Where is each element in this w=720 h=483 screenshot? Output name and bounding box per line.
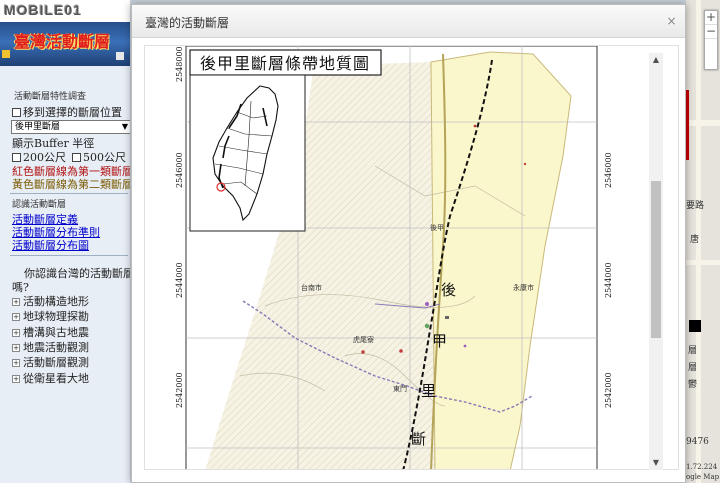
banner-decoration [2,50,10,58]
divider [10,255,128,256]
banner-title: 臺灣活動斷層 [14,32,111,51]
place-label: 後甲 [430,223,444,232]
tree-item-fault-observation[interactable]: + 活動斷層觀測 [12,354,89,370]
fault-label-char: 里 [421,382,436,400]
map-road [686,120,720,126]
map-title: 後甲里斷層條帶地質圖 [200,54,370,73]
section-survey-heading: 活動斷層特性調查 [14,92,87,102]
banner-decoration [116,52,124,60]
dialog-scrollbar[interactable]: ▲ ▼ [649,53,663,470]
dialog-title: 臺灣的活動斷層 [145,16,230,30]
close-icon[interactable]: × [665,15,678,28]
y-tick-label: 2542000 [604,372,613,408]
map-symbol [523,162,527,166]
map-symbol [463,344,467,348]
move-to-option[interactable]: 移到選擇的斷層位置 [12,104,122,120]
zoom-out-icon[interactable]: − [705,25,717,39]
y-tick-label: 2544000 [604,262,613,298]
map-label: 層 [688,363,698,373]
tree-item-label: 地震活動觀測 [23,341,89,354]
expand-icon[interactable]: + [12,313,20,321]
tree-item-label: 從衛星看大地 [23,372,89,385]
sidebar: MOBILE01 臺灣活動斷層 活動斷層特性調查 移到選擇的斷層位置 後甲里斷層… [0,0,130,483]
zoom-in-icon[interactable]: + [705,11,717,25]
tree-item-satellite[interactable]: + 從衛星看大地 [12,370,89,386]
map-symbol [361,350,365,354]
map-attribution: ogle Map [686,473,720,481]
tree-item-label: 槽溝與古地震 [23,326,89,339]
dialog-content: 2548000 2546000 2544000 2542000 2546000 … [144,45,679,470]
y-tick-label: 2542000 [175,372,184,408]
map-label: 鬱 [688,380,698,390]
place-label: 東門 [393,384,407,393]
tree-item-geophysics[interactable]: + 地球物理探勘 [12,308,89,324]
map-label: 唐 [690,235,700,245]
scroll-up-icon[interactable]: ▲ [649,53,663,67]
expand-icon[interactable]: + [12,359,20,367]
expand-icon[interactable]: + [12,329,20,337]
place-label: 永康市 [513,283,534,292]
scroll-down-icon[interactable]: ▼ [649,456,663,470]
map-route-line [686,90,689,160]
fault-label-char: 甲 [432,332,447,350]
logo-text: MOBILE01 [4,2,83,18]
chevron-down-icon: ▼ [121,122,128,131]
fault-select-value: 後甲里斷層 [15,122,61,132]
buffer-200-checkbox[interactable] [12,153,21,162]
fault-select[interactable]: 後甲里斷層 ▼ [11,120,130,134]
tree-item-label: 活動斷層觀測 [23,356,89,369]
expand-icon[interactable]: + [12,375,20,383]
divider [10,193,128,194]
y-tick-label: 2546000 [175,152,184,188]
map-symbol [425,302,429,306]
fault-label-char: 後 [441,281,456,299]
buffer-500-checkbox[interactable] [72,153,81,162]
tree-item-label: 活動構造地形 [23,295,89,308]
map-label: 層 [688,346,698,356]
scroll-thumb[interactable] [651,181,661,338]
map-symbol [424,323,430,329]
link-distribution-map[interactable]: 活動斷層分布圖 [12,237,89,253]
map-road [686,260,720,265]
dialog-header[interactable]: 臺灣的活動斷層 × [132,5,685,38]
fault-label-char: 斷 [411,430,426,448]
move-to-checkbox[interactable] [12,108,21,117]
y-tick-label: 2544000 [175,262,184,298]
background-map[interactable]: 要路 唐 層 層 鬱 9476 1.72.224 ogle Map [686,0,720,483]
site-banner: 臺灣活動斷層 [0,22,130,66]
map-marker [689,320,701,332]
geologic-map[interactable]: 2548000 2546000 2544000 2542000 2546000 … [145,46,679,470]
map-symbol [399,349,403,353]
tree-item-seismic-observation[interactable]: + 地震活動觀測 [12,339,89,355]
expand-icon[interactable]: + [12,298,20,306]
map-scale-text: 9476 [686,437,709,447]
tree-item-trench[interactable]: + 槽溝與古地震 [12,324,89,340]
move-to-label: 移到選擇的斷層位置 [23,106,122,119]
map-symbol [445,316,449,319]
question-line-1: 你認識台灣的活動斷層 [24,267,130,280]
place-label: 台南市 [301,283,322,292]
tree-item-label: 地球物理探勘 [23,310,89,323]
map-symbol [473,124,477,128]
y-tick-label: 2548000 [175,46,184,82]
map-zoom-control[interactable]: + − [704,10,718,70]
map-coords-text: 1.72.224 [686,463,718,471]
expand-icon[interactable]: + [12,344,20,352]
legend-yellow-text: 黃色斷層線為第二類斷層 [12,178,130,191]
map-label: 要路 [686,201,705,211]
tree-item-tectonic-landforms[interactable]: + 活動構造地形 [12,293,89,309]
place-label: 虎尾寮 [353,335,374,344]
y-tick-label: 2546000 [604,152,613,188]
section-learn-heading: 認識活動斷層 [12,200,67,210]
fault-dialog: 臺灣的活動斷層 × 2548000 2546000 2544000 254200… [131,4,686,483]
